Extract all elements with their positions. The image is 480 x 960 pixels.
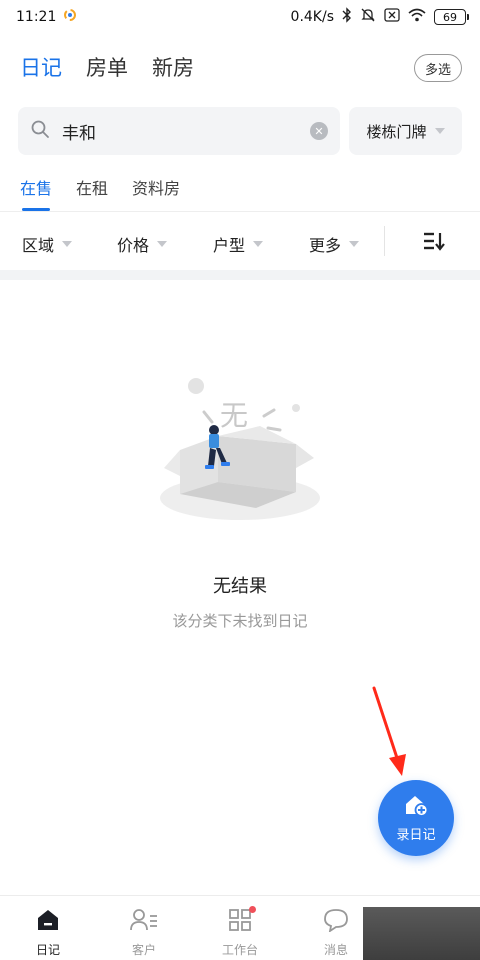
sub-tabs: 在售 在租 资料房 — [20, 175, 180, 211]
message-icon — [323, 908, 349, 936]
nav-customer-label: 客户 — [131, 943, 156, 957]
no-sim-icon — [384, 8, 400, 26]
filter-price[interactable]: 价格 — [117, 232, 168, 256]
section-gap — [0, 270, 480, 280]
filter-separator — [384, 226, 385, 256]
network-speed: 0.4K/s — [290, 9, 334, 25]
customer-icon — [130, 908, 158, 936]
empty-illustration: 无 — [156, 370, 324, 530]
filter-layout-label: 户型 — [213, 236, 246, 255]
status-time: 11:21 — [16, 9, 57, 25]
tab-for-sale[interactable]: 在售 — [20, 175, 52, 211]
tab-new-house[interactable]: 新房 — [152, 52, 194, 82]
status-right: 0.4K/s 69 — [290, 7, 469, 27]
search-icon — [30, 119, 50, 143]
top-tabs: 日记 房单 新房 — [20, 52, 194, 82]
bluetooth-icon — [342, 7, 352, 27]
annotation-arrow — [372, 686, 406, 776]
multi-select-button[interactable]: 多选 — [414, 54, 462, 82]
battery-icon: 69 — [434, 9, 469, 25]
status-left: 11:21 — [16, 9, 77, 25]
status-bar: 11:21 0.4K/s 69 — [0, 0, 480, 34]
filter-more-label: 更多 — [309, 236, 342, 255]
dropdown-arrow-icon — [62, 241, 73, 247]
workbench-icon — [228, 908, 252, 936]
sort-icon[interactable] — [422, 230, 446, 252]
fab-label: 录日记 — [396, 828, 436, 843]
empty-title: 无结果 — [213, 576, 267, 597]
dropdown-arrow-icon — [253, 241, 264, 247]
app-notification-icon — [64, 9, 77, 25]
filter-layout[interactable]: 户型 — [213, 232, 264, 256]
dropdown-arrow-icon — [157, 241, 168, 247]
house-add-icon — [403, 793, 429, 821]
filter-area-label: 区域 — [22, 236, 55, 255]
dropdown-arrow-icon — [349, 241, 360, 247]
notification-badge — [249, 906, 256, 913]
search-query[interactable]: 丰和 — [62, 119, 310, 144]
nav-workbench-label: 工作台 — [221, 943, 258, 957]
screen-overlay — [363, 907, 480, 960]
tab-diary[interactable]: 日记 — [20, 52, 62, 82]
filter-more[interactable]: 更多 — [309, 232, 360, 256]
nav-message[interactable]: 消息 — [306, 908, 366, 958]
diary-icon — [36, 908, 60, 936]
dropdown-arrow-icon — [434, 128, 445, 134]
clear-icon[interactable]: ✕ — [310, 122, 328, 140]
tab-listing[interactable]: 房单 — [86, 52, 128, 82]
filter-bar: 区域 价格 户型 更多 — [0, 212, 480, 270]
nav-message-label: 消息 — [323, 943, 348, 957]
empty-subtitle: 该分类下未找到日记 — [172, 612, 308, 630]
building-select[interactable]: 楼栋门牌 — [349, 107, 462, 155]
tab-for-rent[interactable]: 在租 — [76, 175, 108, 211]
search-input[interactable]: 丰和 ✕ — [18, 107, 340, 155]
wifi-icon — [408, 8, 426, 26]
nav-diary[interactable]: 日记 — [18, 908, 78, 958]
illustration-text: 无 — [220, 399, 249, 432]
filter-price-label: 价格 — [117, 236, 150, 255]
nav-workbench[interactable]: 工作台 — [210, 906, 270, 958]
nav-diary-label: 日记 — [35, 943, 60, 957]
building-select-label: 楼栋门牌 — [366, 122, 427, 141]
filter-area[interactable]: 区域 — [22, 232, 73, 256]
tab-data-house[interactable]: 资料房 — [132, 175, 180, 211]
add-diary-button[interactable]: 录日记 — [378, 780, 454, 856]
nav-customer[interactable]: 客户 — [114, 908, 174, 958]
mute-icon — [360, 7, 376, 27]
